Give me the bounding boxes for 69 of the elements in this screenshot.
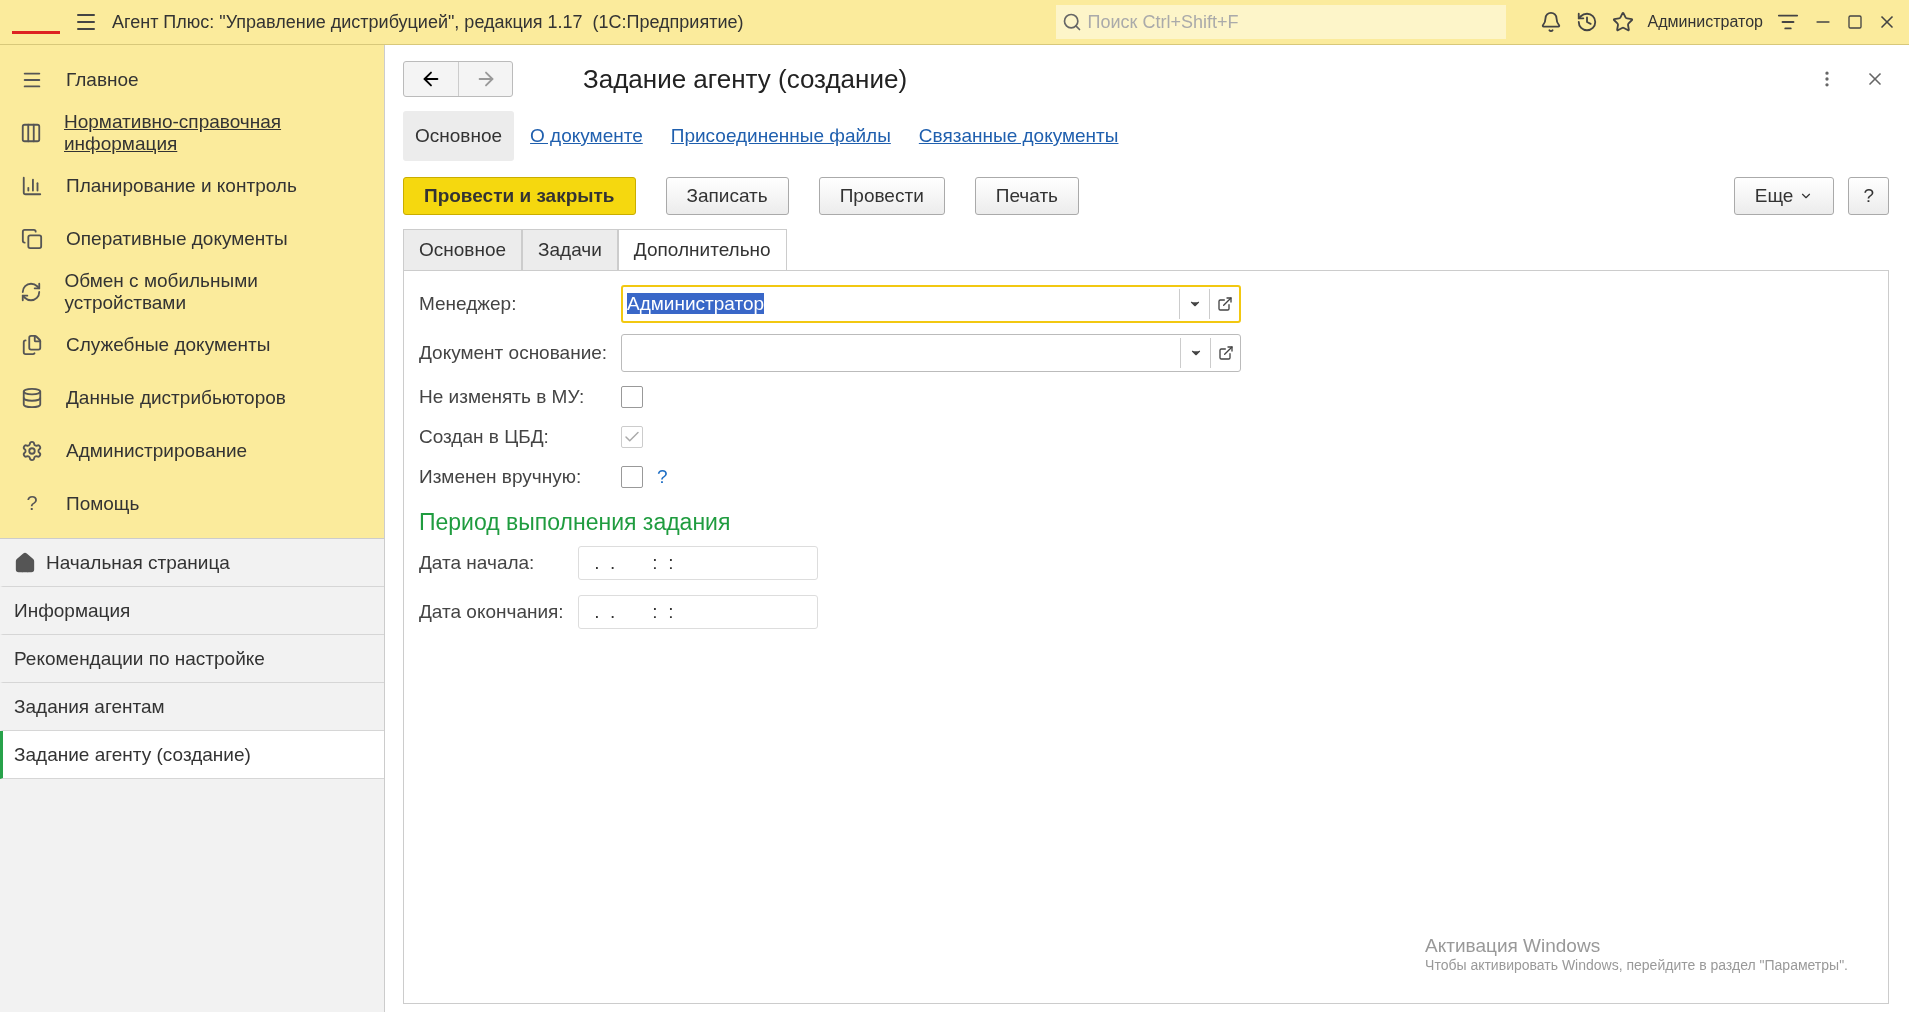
section-item[interactable]: Администрирование bbox=[0, 424, 384, 477]
section-item[interactable]: Данные дистрибьюторов bbox=[0, 371, 384, 424]
field-value: Администратор bbox=[627, 292, 765, 314]
sync-icon bbox=[20, 280, 43, 303]
checkbox[interactable] bbox=[621, 386, 643, 408]
section-label[interactable]: Главное bbox=[66, 68, 139, 91]
section-title: Период выполнения задания bbox=[419, 509, 732, 536]
nav-tab[interactable]: О документе bbox=[518, 111, 655, 161]
section-label[interactable]: Оперативные документы bbox=[66, 227, 288, 250]
field-label: Дата окончания: bbox=[419, 600, 565, 623]
database-icon bbox=[20, 386, 44, 409]
section-item[interactable]: Нормативно-справочная информация bbox=[0, 106, 384, 159]
restore-icon[interactable] bbox=[1847, 14, 1863, 30]
documents-icon bbox=[20, 227, 44, 250]
nav-tab[interactable]: Связанные документы bbox=[906, 111, 1131, 161]
history-icon[interactable] bbox=[1575, 11, 1598, 33]
tab[interactable]: Дополнительно bbox=[617, 229, 787, 271]
user-name[interactable]: Администратор bbox=[1647, 13, 1763, 31]
section-label[interactable]: Помощь bbox=[66, 492, 140, 515]
section-label[interactable]: Служебные документы bbox=[66, 333, 271, 356]
section-item[interactable]: Планирование и контроль bbox=[0, 159, 384, 212]
action-button[interactable]: Провести bbox=[818, 177, 945, 215]
bell-icon[interactable] bbox=[1539, 11, 1562, 33]
window-title: Агент Плюс: "Управление дистрибуцией", редакция 1.17 (1С:Предприятие) bbox=[112, 11, 745, 33]
field-label: Изменен вручную: bbox=[419, 466, 583, 488]
help-button[interactable]: ? bbox=[1848, 177, 1889, 215]
star-icon[interactable] bbox=[1611, 11, 1634, 33]
post-close-button[interactable]: Провести и закрыть bbox=[403, 177, 636, 215]
more-button[interactable]: Еще bbox=[1733, 177, 1835, 215]
section-item[interactable]: Обмен с мобильными устройствами bbox=[0, 265, 384, 318]
hint-link[interactable]: ? bbox=[657, 466, 668, 488]
help-icon: ? bbox=[20, 492, 44, 515]
files-icon bbox=[20, 333, 44, 356]
select-field[interactable] bbox=[621, 333, 1241, 372]
action-button[interactable]: Печать bbox=[974, 177, 1079, 215]
nav-tab[interactable]: Присоединенные файлы bbox=[658, 111, 903, 161]
bar-chart-icon bbox=[20, 174, 44, 197]
section-label[interactable]: Данные дистрибьюторов bbox=[66, 386, 286, 409]
activation-title: Активация Windows bbox=[1425, 935, 1602, 957]
field-label: Создан в ЦБД: bbox=[419, 426, 550, 448]
tab[interactable]: Основное bbox=[403, 229, 523, 271]
field-label: Не изменять в МУ: bbox=[419, 386, 586, 408]
checkbox[interactable] bbox=[621, 466, 643, 488]
section-label[interactable]: Планирование и контроль bbox=[66, 174, 297, 197]
section-label[interactable]: Администрирование bbox=[66, 439, 248, 462]
section-item[interactable]: Главное bbox=[0, 53, 384, 106]
date-field[interactable]: . . : : bbox=[578, 545, 818, 580]
open-window-item[interactable]: Задание агенту (создание) bbox=[0, 731, 384, 779]
search-field[interactable]: Поиск Ctrl+Shift+F bbox=[1055, 5, 1506, 39]
nav-tab[interactable]: Основное bbox=[403, 111, 515, 161]
section-item[interactable]: ? Помощь bbox=[0, 477, 384, 530]
open-window-icon bbox=[1217, 344, 1234, 361]
section-item[interactable]: Служебные документы bbox=[0, 318, 384, 371]
section-label[interactable]: Нормативно-справочная информация bbox=[64, 110, 364, 155]
section-item[interactable]: Оперативные документы bbox=[0, 212, 384, 265]
activation-text: Чтобы активировать Windows, перейдите в раздел "Параметры". bbox=[1425, 957, 1848, 973]
select-field[interactable]: Администратор bbox=[621, 284, 1241, 323]
date-field[interactable]: . . : : bbox=[578, 594, 818, 629]
search-icon bbox=[1061, 12, 1082, 32]
field-label: Дата начала: bbox=[419, 551, 536, 574]
tab[interactable]: Задачи bbox=[522, 229, 618, 271]
field-label: Менеджер: bbox=[419, 292, 518, 315]
section-label[interactable]: Обмен с мобильными устройствами bbox=[64, 269, 364, 314]
form-title: Задание агенту (создание) bbox=[583, 63, 909, 95]
open-window-icon bbox=[1216, 295, 1233, 312]
field-label: Документ основание: bbox=[419, 341, 609, 364]
settings-icon bbox=[20, 439, 44, 462]
columns-icon bbox=[20, 121, 42, 144]
action-button[interactable]: Записать bbox=[665, 177, 789, 215]
